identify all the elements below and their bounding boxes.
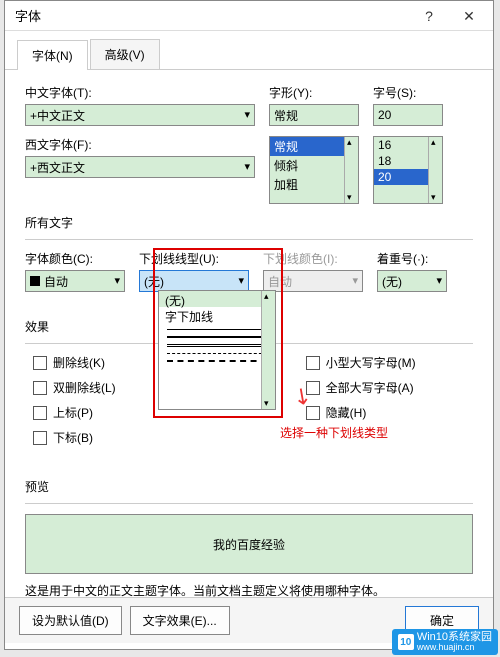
en-font-label: 西文字体(F): bbox=[25, 136, 255, 153]
size-label: 字号(S): bbox=[373, 84, 443, 101]
scrollbar[interactable] bbox=[428, 137, 442, 203]
scrollbar[interactable] bbox=[261, 291, 275, 409]
size-input[interactable]: 20 bbox=[373, 104, 443, 126]
underline-color-label: 下划线颜色(I): bbox=[263, 250, 363, 267]
style-listbox[interactable]: 常规 倾斜 加粗 bbox=[269, 136, 359, 204]
cn-font-label: 中文字体(T): bbox=[25, 84, 255, 101]
tab-advanced[interactable]: 高级(V) bbox=[90, 39, 160, 69]
underline-style-label: 下划线线型(U): bbox=[139, 250, 249, 267]
hidden-checkbox[interactable]: 隐藏(H) bbox=[306, 404, 416, 421]
help-button[interactable]: ? bbox=[409, 2, 449, 30]
scrollbar[interactable] bbox=[344, 137, 358, 203]
dialog-title: 字体 bbox=[15, 6, 409, 25]
annotation-text: 选择一种下划线类型 bbox=[280, 424, 388, 441]
superscript-checkbox[interactable]: 上标(P) bbox=[33, 404, 116, 421]
subscript-checkbox[interactable]: 下标(B) bbox=[33, 429, 116, 446]
titlebar: 字体 ? ✕ bbox=[5, 1, 493, 31]
underline-opt-dashed[interactable] bbox=[167, 353, 267, 354]
emphasis-label: 着重号(·): bbox=[377, 250, 447, 267]
underline-style-select[interactable]: (无) bbox=[139, 270, 249, 292]
underline-opt-single[interactable] bbox=[167, 329, 267, 330]
small-caps-checkbox[interactable]: 小型大写字母(M) bbox=[306, 354, 416, 371]
close-button[interactable]: ✕ bbox=[449, 2, 489, 30]
tab-bar: 字体(N) 高级(V) bbox=[5, 31, 493, 70]
watermark: 10 Win10系统家园 www.huajin.cn bbox=[392, 629, 498, 655]
preview-box: 我的百度经验 bbox=[25, 514, 473, 574]
underline-opt-thick[interactable] bbox=[167, 336, 267, 338]
emphasis-select[interactable]: (无) bbox=[377, 270, 447, 292]
double-strike-checkbox[interactable]: 双删除线(L) bbox=[33, 379, 116, 396]
underline-opt-double[interactable] bbox=[167, 344, 267, 347]
font-color-label: 字体颜色(C): bbox=[25, 250, 125, 267]
style-label: 字形(Y): bbox=[269, 84, 359, 101]
underline-color-select: 自动 bbox=[263, 270, 363, 292]
underline-opt-none[interactable]: (无) bbox=[159, 291, 275, 307]
all-text-label: 所有文字 bbox=[25, 214, 473, 231]
preview-label: 预览 bbox=[25, 478, 473, 495]
strikethrough-checkbox[interactable]: 删除线(K) bbox=[33, 354, 116, 371]
tab-font[interactable]: 字体(N) bbox=[17, 40, 88, 70]
font-color-select[interactable]: 自动 bbox=[25, 270, 125, 292]
cn-font-select[interactable]: +中文正文 bbox=[25, 104, 255, 126]
en-font-select[interactable]: +西文正文 bbox=[25, 156, 255, 178]
underline-style-dropdown[interactable]: (无) 字下加线 bbox=[158, 290, 276, 410]
set-default-button[interactable]: 设为默认值(D) bbox=[19, 606, 122, 635]
style-input[interactable]: 常规 bbox=[269, 104, 359, 126]
all-caps-checkbox[interactable]: 全部大写字母(A) bbox=[306, 379, 416, 396]
size-listbox[interactable]: 16 18 20 bbox=[373, 136, 443, 204]
watermark-badge: 10 bbox=[398, 634, 414, 650]
text-effects-button[interactable]: 文字效果(E)... bbox=[130, 606, 230, 635]
underline-opt-dashed-thick[interactable] bbox=[167, 360, 267, 362]
underline-opt-words[interactable]: 字下加线 bbox=[159, 307, 275, 323]
